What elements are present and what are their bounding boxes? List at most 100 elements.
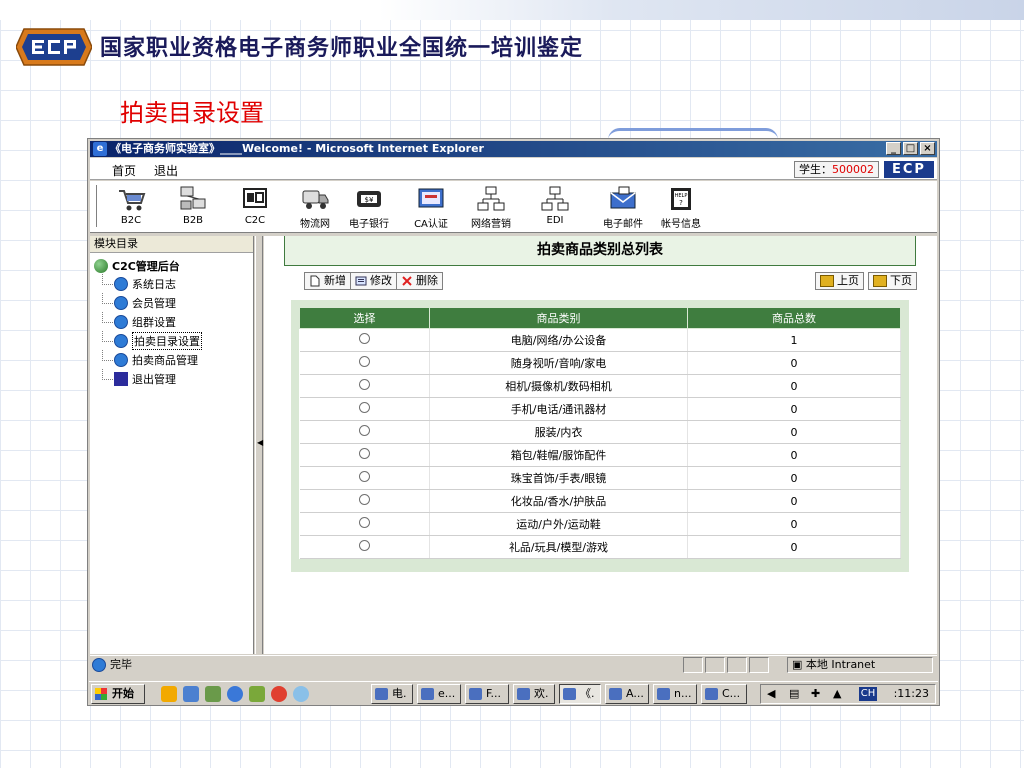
select-cell (299, 328, 430, 352)
task-button[interactable]: 电. (371, 684, 413, 704)
table-row[interactable]: 礼品/玩具/模型/游戏 0 (299, 535, 901, 559)
toolbar-logistics[interactable]: 物流网 (290, 185, 340, 230)
toolbar-label: B2B (182, 215, 204, 226)
select-radio[interactable] (358, 448, 370, 459)
select-radio[interactable] (358, 494, 370, 505)
app-icon[interactable] (271, 686, 287, 702)
toolbar-email[interactable]: 电子邮件 (598, 185, 648, 230)
explorer-icon[interactable] (205, 686, 221, 702)
task-button[interactable]: n... (653, 684, 697, 704)
task-button[interactable]: 欢. (513, 684, 555, 704)
add-label: 新增 (324, 274, 346, 287)
edit-button[interactable]: 修改 (350, 272, 397, 290)
delete-button[interactable]: 删除 (396, 272, 443, 290)
table-row[interactable]: 运动/户外/运动鞋 0 (299, 512, 901, 536)
volume-icon[interactable]: ◀ (767, 685, 775, 703)
toolbar-label: 电子邮件 (603, 219, 643, 230)
table-row[interactable]: 化妆品/香水/护肤品 0 (299, 489, 901, 513)
sidebar-item-auction-catalog[interactable]: 拍卖目录设置 (94, 331, 253, 350)
menu-logout[interactable]: 退出 (154, 162, 178, 179)
network-tray-icon[interactable]: ▤ (789, 685, 799, 703)
list-heading: 拍卖商品类别总列表 (284, 236, 916, 266)
select-radio[interactable] (358, 379, 370, 390)
column-header-select: 选择 (299, 307, 430, 329)
bank-icon: $¥ (357, 191, 381, 207)
sidebar-item-label: 系统日志 (132, 277, 176, 291)
sidebar-item-members[interactable]: 会员管理 (94, 293, 253, 312)
count-cell: 0 (687, 489, 901, 513)
sidebar-item-system-log[interactable]: 系统日志 (94, 274, 253, 293)
frame-splitter[interactable]: ◀ (255, 236, 263, 654)
table-row[interactable]: 随身视听/音响/家电 0 (299, 351, 901, 375)
mail-icon (610, 186, 636, 209)
desktop-icon[interactable] (183, 686, 199, 702)
toolbar-edi[interactable]: EDI (530, 185, 580, 226)
table-row[interactable]: 服装/内衣 0 (299, 420, 901, 444)
security-tray-icon[interactable]: ✚ (811, 685, 820, 703)
sidebar-item-auction-goods[interactable]: 拍卖商品管理 (94, 350, 253, 369)
menu-home[interactable]: 首页 (112, 162, 136, 179)
page-icon (114, 276, 128, 291)
table-row[interactable]: 电脑/网络/办公设备 1 (299, 328, 901, 352)
input-method-indicator[interactable]: CH (859, 687, 877, 701)
task-button[interactable]: A... (605, 684, 649, 704)
window-controls: _ □ × (886, 142, 935, 155)
tool-icon[interactable] (249, 686, 265, 702)
close-button[interactable]: × (920, 142, 935, 155)
window-titlebar[interactable]: e 《电子商务师实验室》____Welcome! - Microsoft Int… (90, 141, 937, 157)
task-button[interactable]: F... (465, 684, 509, 704)
table-row[interactable]: 相机/摄像机/数码相机 0 (299, 374, 901, 398)
select-radio[interactable] (358, 471, 370, 482)
prev-page-button[interactable]: 上页 (815, 272, 864, 290)
exit-icon (114, 371, 128, 386)
table-row[interactable]: 珠宝首饰/手表/眼镜 0 (299, 466, 901, 490)
task-button[interactable]: e... (417, 684, 461, 704)
category-cell: 运动/户外/运动鞋 (429, 512, 688, 536)
intranet-icon: ▣ (792, 658, 806, 671)
toolbar-label: CA认证 (414, 219, 448, 230)
toolbar-b2b[interactable]: B2B (168, 185, 218, 226)
firefox-icon[interactable] (161, 686, 177, 702)
toolbar-marketing[interactable]: 网络营销 (466, 185, 516, 230)
windows-taskbar: 开始 电. e... F... 欢. 《. A... n... C... ◀ ▤… (89, 681, 938, 705)
sidebar-item-exit[interactable]: 退出管理 (94, 369, 253, 388)
minimize-button[interactable]: _ (886, 142, 901, 155)
select-radio[interactable] (358, 540, 370, 551)
select-radio[interactable] (358, 356, 370, 367)
category-cell: 化妆品/香水/护肤品 (429, 489, 688, 513)
toolbar-account[interactable]: HELP? 帐号信息 (656, 185, 706, 230)
collapse-arrow-icon[interactable]: ◀ (257, 438, 263, 447)
browser-statusbar: 完毕 ▣ 本地 Intranet (90, 655, 937, 673)
next-page-button[interactable]: 下页 (868, 272, 917, 290)
toolbar-ca[interactable]: CA认证 (406, 185, 456, 230)
select-cell (299, 535, 430, 559)
lock-tray-icon[interactable]: ▲ (833, 685, 841, 703)
task-button-active[interactable]: 《. (559, 684, 601, 704)
toolbar-ebank[interactable]: $¥ 电子银行 (344, 185, 394, 230)
start-button[interactable]: 开始 (91, 684, 145, 704)
select-radio[interactable] (358, 402, 370, 413)
select-radio[interactable] (358, 425, 370, 436)
sidebar-item-groups[interactable]: 组群设置 (94, 312, 253, 331)
slide-title: 国家职业资格电子商务师职业全国统一培训鉴定 (100, 36, 584, 61)
ie-icon: e (93, 142, 107, 156)
table-row[interactable]: 手机/电话/通讯器材 0 (299, 397, 901, 421)
security-zone: ▣ 本地 Intranet (787, 657, 933, 673)
tree-root-c2c[interactable]: C2C管理后台 (94, 257, 253, 274)
svg-text:$¥: $¥ (365, 196, 374, 204)
svg-text:?: ? (679, 199, 683, 207)
ie-quick-icon[interactable] (227, 686, 243, 702)
maximize-button[interactable]: □ (903, 142, 918, 155)
toolbar-b2c[interactable]: B2C (106, 185, 156, 226)
select-radio[interactable] (358, 333, 370, 344)
toolbar-c2c[interactable]: C2C (230, 185, 280, 226)
sidebar-header: 模块目录 (90, 236, 253, 253)
status-text: 完毕 (110, 658, 132, 671)
select-cell (299, 351, 430, 375)
add-button[interactable]: 新增 (304, 272, 351, 290)
task-button[interactable]: C... (701, 684, 747, 704)
marketing-icon (477, 186, 505, 211)
select-radio[interactable] (358, 517, 370, 528)
table-row[interactable]: 箱包/鞋帽/服饰配件 0 (299, 443, 901, 467)
media-icon[interactable] (293, 686, 309, 702)
